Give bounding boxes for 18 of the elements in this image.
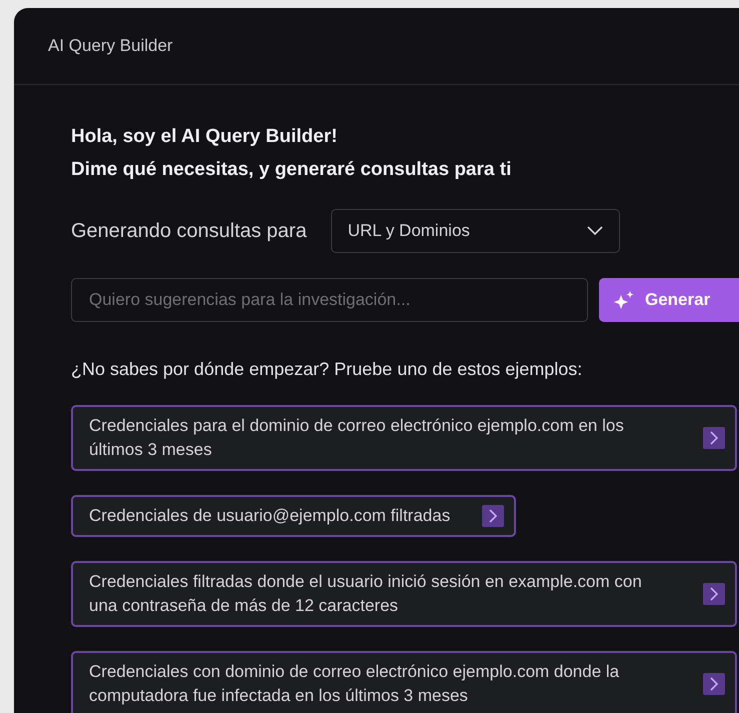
target-label: Generando consultas para xyxy=(71,219,307,244)
chevron-right-icon xyxy=(703,427,725,449)
window-title: AI Query Builder xyxy=(48,35,173,58)
greeting-text: Hola, soy el AI Query Builder! xyxy=(71,125,338,149)
greeting-text: Dime qué necesitas, y generaré consultas para ti xyxy=(71,158,512,182)
query-field[interactable]: Quiero sugerencias para la investigación... xyxy=(71,278,588,322)
chevron-down-icon xyxy=(586,226,603,236)
chevron-right-icon xyxy=(482,505,504,527)
example-query-button[interactable]: Credenciales con dominio de correo electrónico ejemplo.com donde la computadora fue infectada en los últimos 3 meses xyxy=(71,651,737,713)
sparkle-icon xyxy=(613,290,635,310)
chevron-right-icon xyxy=(703,673,725,695)
chevron-right-icon xyxy=(703,583,725,605)
target-dropdown[interactable]: URL y Dominios xyxy=(330,209,620,253)
generate-button[interactable]: Generar xyxy=(599,278,739,322)
example-query-button[interactable]: Credenciales filtradas donde el usuario inició sesión en example.com con una contraseña de más de 12 caracteres xyxy=(71,561,737,627)
examples-hint: ¿No sabes por dónde empezar? Pruebe uno de estos ejemplos: xyxy=(71,358,584,381)
example-query-button[interactable]: Credenciales para el dominio de correo electrónico ejemplo.com en los últimos 3 meses xyxy=(71,405,737,471)
example-query-button[interactable]: Credenciales de usuario@ejemplo.com filtradas xyxy=(71,495,516,537)
